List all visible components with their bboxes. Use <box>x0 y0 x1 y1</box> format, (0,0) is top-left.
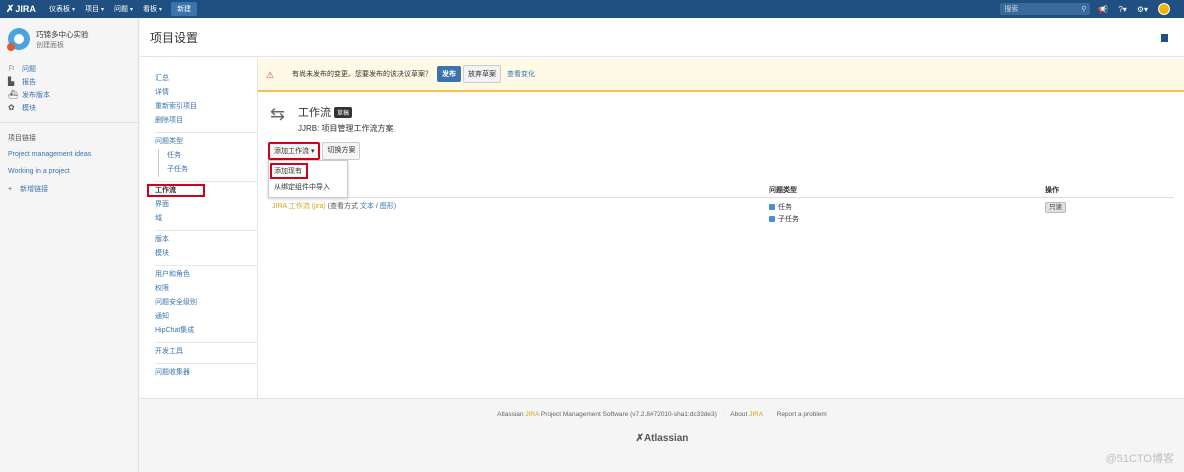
settings-workflows[interactable]: 工作流 <box>147 184 257 198</box>
workflow-title: 工作流 <box>298 107 331 119</box>
about-link[interactable]: About <box>730 411 747 418</box>
add-existing-option[interactable]: 添加现有 <box>270 163 308 179</box>
project-links-heading: 项目链接 <box>0 122 138 146</box>
main-panel: 项目设置 汇总 详情 重新索引项目 删除项目 问题类型 任务 子任务 工作流 界… <box>140 18 1184 398</box>
page-title: 项目设置 <box>140 18 1184 57</box>
read-only-badge: 只读 <box>1045 202 1066 213</box>
actions-header: 操作 <box>1045 186 1059 194</box>
project-name: 巧锦多中心实验 <box>36 29 89 39</box>
publish-button[interactable]: 发布 <box>437 66 461 82</box>
settings-fields[interactable]: 域 <box>155 212 257 226</box>
settings-components[interactable]: 模块 <box>155 247 257 261</box>
footer: Atlassian JIRA Project Management Softwa… <box>140 398 1184 472</box>
atlassian-logo-icon: ✗ <box>6 3 15 15</box>
project-sidebar: 巧锦多中心实验 创建面板 ⚐ 问题 ▙ 报告 ⛴ 发布版本 ✿ 模块 项目链接 Proj… <box>0 18 139 472</box>
subtask-icon <box>769 216 775 222</box>
project-link[interactable]: Working in a project <box>0 163 138 180</box>
nav-projects[interactable]: 项目 ▾ <box>80 0 109 18</box>
project-avatar <box>7 28 30 51</box>
user-avatar[interactable] <box>1158 3 1170 15</box>
sidebar-item-components[interactable]: ✿ 模块 <box>0 101 138 114</box>
chevron-down-icon: ▾ <box>159 6 163 13</box>
add-link-button[interactable]: + 新增链接 <box>0 180 138 194</box>
workflow-content: ⚠ 有尚未发布的变更。您要发布的该决议草案？ 发布 放弃草案 查看变化 ⇆ 工作… <box>258 58 1184 398</box>
settings-reindex[interactable]: 重新索引项目 <box>155 100 257 114</box>
chevron-down-icon: ▾ <box>130 6 134 13</box>
gear-icon[interactable]: ⚙▾ <box>1137 5 1148 14</box>
view-changes-link[interactable]: 查看变化 <box>507 69 535 79</box>
chevron-down-icon: ▾ <box>72 6 76 13</box>
settings-issue-collectors[interactable]: 问题收集器 <box>155 366 257 380</box>
settings-details[interactable]: 详情 <box>155 86 257 100</box>
view-diagram-link[interactable]: 图形) <box>380 203 396 210</box>
issues-icon: ⚐ <box>8 64 16 73</box>
chevron-down-icon: ▾ <box>101 6 105 13</box>
task-icon <box>769 204 775 210</box>
report-problem-link[interactable]: Report a problem <box>777 411 827 418</box>
warning-icon: ⚠ <box>266 69 275 80</box>
add-workflow-dropdown: 添加现有 从绑定组件中导入 <box>268 160 348 198</box>
plus-icon: + <box>8 186 13 193</box>
pin-icon[interactable] <box>1161 34 1168 42</box>
help-icon[interactable]: ?▾ <box>1118 5 1126 14</box>
sidebar-item-issues[interactable]: ⚐ 问题 <box>0 62 138 75</box>
issue-type-task: 任务 <box>769 201 1045 213</box>
atlassian-logo-icon: ✗ <box>635 433 644 444</box>
create-button[interactable]: 新建 <box>171 2 198 16</box>
switch-scheme-button[interactable]: 切换方案 <box>322 142 361 160</box>
settings-screens[interactable]: 界面 <box>155 198 257 212</box>
draft-badge: 草稿 <box>334 106 353 118</box>
settings-security[interactable]: 问题安全级别 <box>155 296 257 310</box>
project-board-link[interactable]: 创建面板 <box>36 40 89 50</box>
project-header[interactable]: 巧锦多中心实验 创建面板 <box>0 18 138 56</box>
settings-hipchat[interactable]: HipChat集成 <box>155 324 257 338</box>
workflow-icon: ⇆ <box>270 104 286 124</box>
sidebar-item-releases[interactable]: ⛴ 发布版本 <box>0 88 138 101</box>
components-icon: ✿ <box>8 103 15 112</box>
add-workflow-button[interactable]: 添加工作流 ▾ <box>268 142 321 160</box>
highlight-box <box>147 184 205 197</box>
issue-types-header: 问题类型 <box>769 186 797 194</box>
feedback-icon[interactable]: 📢 <box>1098 5 1108 14</box>
search-icon: ⚲ <box>1081 6 1087 13</box>
settings-dev-tools[interactable]: 开发工具 <box>155 345 257 359</box>
workflow-table: 问题类型 操作 JIRA 工作流 (jira) (查看方式 文本 / 图形) 任… <box>268 182 1174 225</box>
table-header: 问题类型 操作 <box>268 182 1174 198</box>
workflow-name-link[interactable]: JIRA 工作流 (jira) <box>272 203 326 210</box>
watermark: @51CTO博客 <box>1105 453 1174 465</box>
settings-notifications[interactable]: 通知 <box>155 310 257 324</box>
issue-type-subtask: 子任务 <box>769 213 1045 225</box>
search-input[interactable]: 搜索 ⚲ <box>1000 3 1091 15</box>
workflow-scheme-name: JJRB: 项目管理工作流方案 <box>298 124 394 133</box>
settings-users-roles[interactable]: 用户和角色 <box>155 268 257 282</box>
settings-issue-types[interactable]: 问题类型 <box>155 135 257 149</box>
jira-footer-link[interactable]: JIRA <box>525 411 539 418</box>
draft-warning: ⚠ 有尚未发布的变更。您要发布的该决议草案？ 发布 放弃草案 查看变化 <box>258 58 1184 92</box>
discard-draft-button[interactable]: 放弃草案 <box>463 65 501 83</box>
sidebar-item-reports[interactable]: ▙ 报告 <box>0 75 138 88</box>
table-row: JIRA 工作流 (jira) (查看方式 文本 / 图形) 任务 子任务 只读 <box>268 198 1174 225</box>
settings-summary[interactable]: 汇总 <box>155 72 257 86</box>
view-text-link[interactable]: 文本 <box>360 203 374 210</box>
project-link[interactable]: Project management ideas <box>0 146 138 163</box>
settings-type-task[interactable]: 任务 <box>167 149 257 163</box>
nav-boards[interactable]: 看板 ▾ <box>138 0 167 18</box>
workflow-header: ⇆ 工作流 草稿 JJRB: 项目管理工作流方案 <box>258 92 1184 134</box>
settings-nav: 汇总 详情 重新索引项目 删除项目 问题类型 任务 子任务 工作流 界面 域 版… <box>140 58 258 398</box>
release-icon: ⛴ <box>8 90 19 99</box>
import-from-bundle-option[interactable]: 从绑定组件中导入 <box>269 179 347 195</box>
nav-dashboards[interactable]: 仪表板 ▾ <box>44 0 80 18</box>
settings-versions[interactable]: 版本 <box>155 233 257 247</box>
nav-issues[interactable]: 问题 ▾ <box>109 0 138 18</box>
settings-type-subtask[interactable]: 子任务 <box>167 163 257 177</box>
atlassian-footer-logo[interactable]: ✗Atlassian <box>140 433 1184 444</box>
settings-delete[interactable]: 删除项目 <box>155 114 257 128</box>
settings-permissions[interactable]: 权限 <box>155 282 257 296</box>
jira-logo[interactable]: ✗ JIRA <box>0 4 44 15</box>
top-navigation: ✗ JIRA 仪表板 ▾ 项目 ▾ 问题 ▾ 看板 ▾ 新建 搜索 ⚲ 📢 ?▾ ⚙▾ <box>0 0 1184 18</box>
reports-icon: ▙ <box>8 77 15 86</box>
